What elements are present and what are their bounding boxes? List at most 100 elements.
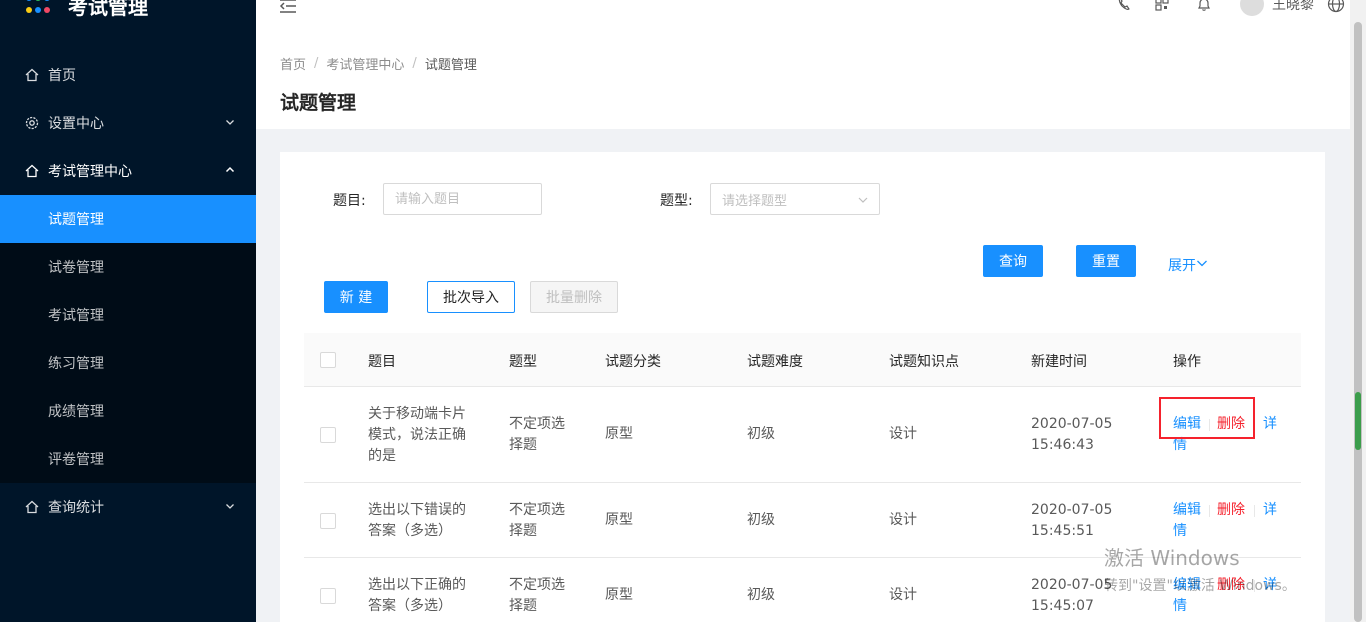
sidebar-menu: 首页 设置中心 考试管理中心 试题管理 试卷管理 考试管理 练习管理 成绩管理 … bbox=[0, 51, 256, 531]
sidebar-item-practice-mgmt[interactable]: 练习管理 bbox=[0, 339, 256, 387]
scroll-indicator bbox=[1355, 392, 1361, 450]
expand-link[interactable]: 展开 bbox=[1168, 255, 1208, 275]
difficulty-cell: 初级 bbox=[747, 512, 775, 528]
row-checkbox[interactable] bbox=[320, 513, 336, 529]
watermark-title: 激活 Windows bbox=[1104, 546, 1240, 570]
edit-link[interactable]: 编辑 bbox=[1173, 500, 1201, 521]
column-header: 试题难度 bbox=[747, 354, 803, 370]
sidebar-item-statistics[interactable]: 查询统计 bbox=[0, 483, 256, 531]
sidebar-item-exam-center[interactable]: 考试管理中心 bbox=[0, 147, 256, 195]
batch-import-button[interactable]: 批次导入 bbox=[427, 281, 515, 313]
qrcode-icon[interactable] bbox=[1152, 0, 1172, 14]
batch-delete-button[interactable]: 批量删除 bbox=[530, 281, 618, 313]
app-title: 考试管理 bbox=[68, 0, 148, 19]
knowledge-cell: 设计 bbox=[889, 587, 917, 603]
page-header: 首页 / 考试管理中心 / 试题管理 试题管理 bbox=[256, 36, 1350, 129]
delete-link[interactable]: 删除 bbox=[1217, 500, 1245, 521]
detail-link-wrap[interactable]: 情 bbox=[1173, 521, 1187, 542]
breadcrumb-current: 试题管理 bbox=[424, 58, 477, 73]
breadcrumb: 首页 / 考试管理中心 / 试题管理 bbox=[280, 54, 477, 73]
column-header: 试题分类 bbox=[605, 354, 661, 370]
created-time-cell: 2020-07-05 15:46:43 bbox=[1031, 416, 1113, 453]
sidebar: 考试管理 首页 设置中心 考试管理中心 试题管理 试卷管理 考试管理 练习管理 … bbox=[0, 0, 256, 622]
action-divider bbox=[1209, 505, 1210, 517]
question-title-cell: 关于移动端卡片 模式，说法正确 的是 bbox=[368, 406, 466, 464]
question-type-cell: 不定项选 择题 bbox=[509, 577, 565, 614]
question-input[interactable] bbox=[383, 183, 542, 215]
sidebar-item-label: 成绩管理 bbox=[48, 404, 104, 420]
new-button[interactable]: 新 建 bbox=[324, 281, 388, 313]
category-cell: 原型 bbox=[605, 426, 633, 442]
scrollbar-thumb[interactable] bbox=[1354, 22, 1362, 622]
exam-center-submenu: 试题管理 试卷管理 考试管理 练习管理 成绩管理 评卷管理 bbox=[0, 195, 256, 483]
sidebar-item-label: 考试管理中心 bbox=[48, 164, 132, 180]
page-title: 试题管理 bbox=[280, 92, 357, 114]
breadcrumb-exam-center[interactable]: 考试管理中心 bbox=[326, 54, 404, 73]
chevron-down-icon bbox=[857, 194, 869, 206]
sidebar-item-label: 查询统计 bbox=[48, 500, 104, 516]
chevron-down-icon bbox=[224, 500, 236, 512]
row-checkbox[interactable] bbox=[320, 427, 336, 443]
type-label: 题型: bbox=[660, 193, 693, 209]
select-all-checkbox[interactable] bbox=[320, 352, 336, 368]
bell-icon[interactable] bbox=[1194, 0, 1214, 14]
sidebar-item-label: 练习管理 bbox=[48, 356, 104, 372]
phone-icon[interactable] bbox=[1114, 0, 1134, 14]
difficulty-cell: 初级 bbox=[747, 587, 775, 603]
row-checkbox[interactable] bbox=[320, 588, 336, 604]
globe-icon[interactable] bbox=[1326, 0, 1346, 14]
column-header: 试题知识点 bbox=[889, 354, 959, 370]
top-header: 王晓黎 bbox=[256, 0, 1350, 36]
detail-link[interactable]: 详 bbox=[1263, 414, 1277, 435]
logo[interactable]: 考试管理 bbox=[26, 0, 148, 20]
menu-fold-icon[interactable] bbox=[278, 0, 298, 16]
chevron-down-icon bbox=[224, 116, 236, 128]
created-time-cell: 2020-07-05 15:45:51 bbox=[1031, 502, 1113, 539]
highlight-box bbox=[1159, 397, 1255, 439]
reset-button[interactable]: 重置 bbox=[1076, 245, 1136, 277]
knowledge-cell: 设计 bbox=[889, 512, 917, 528]
chevron-up-icon bbox=[224, 164, 236, 176]
question-title-cell: 选出以下错误的 答案（多选） bbox=[368, 502, 466, 539]
question-label: 题目: bbox=[333, 193, 366, 209]
difficulty-cell: 初级 bbox=[747, 426, 775, 442]
query-button[interactable]: 查询 bbox=[983, 245, 1043, 277]
detail-link-wrap[interactable]: 情 bbox=[1173, 596, 1187, 617]
sidebar-item-label: 考试管理 bbox=[48, 308, 104, 324]
sidebar-item-label: 试卷管理 bbox=[48, 260, 104, 276]
table-header: 题目 题型 试题分类 试题难度 试题知识点 新建时间 操作 bbox=[304, 333, 1301, 387]
knowledge-cell: 设计 bbox=[889, 426, 917, 442]
avatar[interactable] bbox=[1240, 0, 1264, 16]
column-header: 题目 bbox=[368, 354, 396, 370]
question-title-cell: 选出以下正确的 答案（多选） bbox=[368, 577, 466, 614]
scrollbar[interactable] bbox=[1350, 0, 1366, 622]
detail-link[interactable]: 详 bbox=[1263, 500, 1277, 521]
sidebar-item-grading-mgmt[interactable]: 评卷管理 bbox=[0, 435, 256, 483]
question-type-cell: 不定项选 择题 bbox=[509, 416, 565, 453]
question-type-cell: 不定项选 择题 bbox=[509, 502, 565, 539]
column-header: 新建时间 bbox=[1031, 354, 1087, 370]
home-icon bbox=[24, 163, 40, 179]
column-header: 题型 bbox=[509, 354, 537, 370]
sidebar-item-label: 设置中心 bbox=[48, 116, 104, 132]
breadcrumb-home[interactable]: 首页 bbox=[280, 54, 306, 73]
sidebar-item-paper-mgmt[interactable]: 试卷管理 bbox=[0, 243, 256, 291]
category-cell: 原型 bbox=[605, 512, 633, 528]
sidebar-item-exam-mgmt[interactable]: 考试管理 bbox=[0, 291, 256, 339]
category-cell: 原型 bbox=[605, 587, 633, 603]
sidebar-item-label: 试题管理 bbox=[48, 212, 104, 228]
chevron-down-icon bbox=[1196, 257, 1208, 273]
type-select[interactable]: 请选择题型 bbox=[710, 183, 880, 215]
sidebar-item-home[interactable]: 首页 bbox=[0, 51, 256, 99]
action-divider bbox=[1254, 505, 1255, 517]
logo-icon bbox=[26, 0, 54, 15]
type-select-placeholder: 请选择题型 bbox=[722, 193, 788, 209]
user-name[interactable]: 王晓黎 bbox=[1272, 0, 1314, 14]
sidebar-item-settings[interactable]: 设置中心 bbox=[0, 99, 256, 147]
sidebar-item-label: 首页 bbox=[48, 68, 76, 84]
expand-label: 展开 bbox=[1168, 258, 1196, 274]
home-icon bbox=[24, 499, 40, 515]
gear-icon bbox=[24, 115, 40, 131]
sidebar-item-score-mgmt[interactable]: 成绩管理 bbox=[0, 387, 256, 435]
sidebar-item-question-mgmt[interactable]: 试题管理 bbox=[0, 195, 256, 243]
